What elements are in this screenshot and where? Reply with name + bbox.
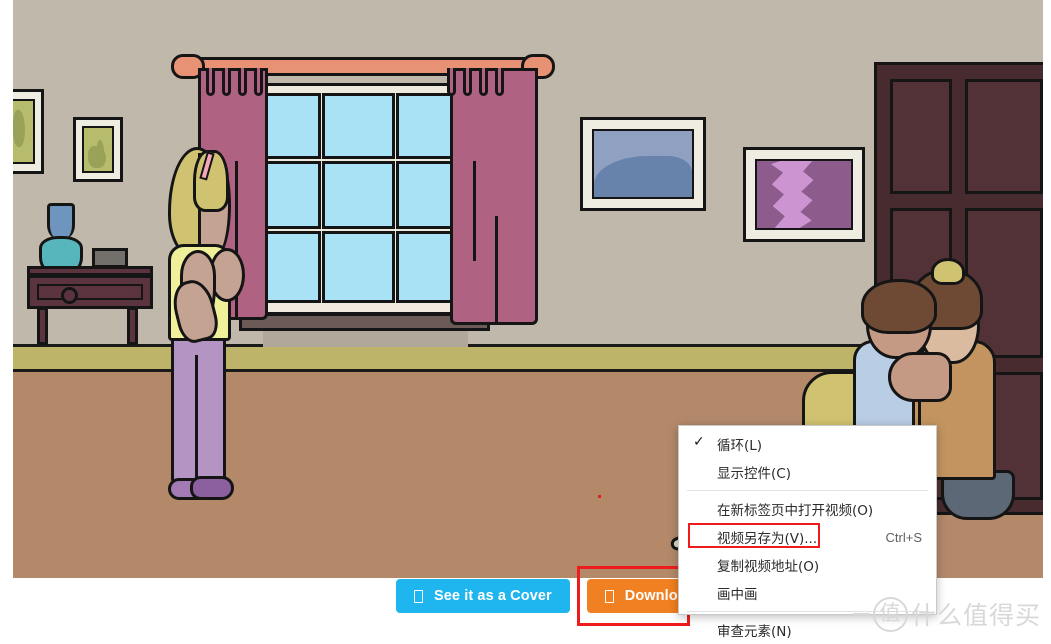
menu-item-show-controls[interactable]: 显示控件(C) (679, 458, 936, 486)
standing-girl-leg-split (195, 355, 198, 485)
window-frame (255, 83, 475, 315)
video-context-menu[interactable]: ✓ 循环(L) 显示控件(C) 在新标签页中打开视频(O) 视频另存为(V)..… (678, 425, 937, 640)
standing-girl-pants (171, 333, 226, 485)
cursor-dot-marker (598, 495, 601, 498)
tofu-glyph-icon (604, 589, 614, 603)
curtain-ring (238, 68, 247, 96)
menu-separator-top (687, 490, 928, 491)
curtain-ring (463, 68, 472, 96)
table-box-object (92, 248, 128, 268)
picture-frame-landscape (580, 117, 706, 211)
check-icon: ✓ (693, 434, 705, 450)
seated-person-b-hair (861, 279, 937, 334)
smzdm-watermark: 值 什么值得买 (852, 596, 1041, 632)
picture-frame-left-lower (73, 117, 123, 182)
menu-item-loop[interactable]: ✓ 循环(L) (679, 430, 936, 458)
action-button-row: See it as a Cover Download (396, 566, 713, 626)
menu-item-open-video-in-new-tab[interactable]: 在新标签页中打开视频(O) (679, 495, 936, 523)
seated-person-a-hair-bun (931, 258, 965, 285)
watermark-badge: 值 (872, 596, 908, 632)
menu-item-show-controls-label: 显示控件(C) (717, 466, 791, 482)
watermark-dash (852, 613, 870, 615)
curtain-ring (495, 68, 504, 96)
menu-item-loop-label: 循环(L) (717, 438, 763, 454)
menu-item-inspect-element-label: 审查元素(N) (717, 624, 792, 640)
standing-girl-shoe-front (190, 476, 234, 500)
vase-neck (47, 203, 75, 239)
menu-item-save-video-as-label: 视频另存为(V)... (717, 531, 818, 547)
see-it-as-a-cover-button[interactable]: See it as a Cover (396, 579, 570, 613)
see-it-as-a-cover-label: See it as a Cover (434, 588, 552, 604)
table-leg-left (37, 307, 48, 345)
picture-frame-left-upper (13, 89, 44, 174)
window-wall-shadow (263, 331, 468, 347)
menu-item-copy-video-address[interactable]: 复制视频地址(O) (679, 551, 936, 579)
menu-item-copy-video-address-label: 复制视频地址(O) (717, 559, 820, 575)
tofu-glyph-icon (414, 589, 423, 603)
curtain-ring (479, 68, 488, 96)
drawer-knob (61, 287, 78, 304)
curtain-right (450, 68, 538, 325)
menu-item-open-video-in-new-tab-label: 在新标签页中打开视频(O) (717, 503, 874, 519)
curtain-ring (222, 68, 231, 96)
seated-person-a-arm (888, 352, 952, 402)
menu-item-save-video-as[interactable]: 视频另存为(V)... Ctrl+S (679, 523, 936, 551)
watermark-text: 什么值得买 (910, 601, 1041, 630)
curtain-ring (206, 68, 215, 96)
curtain-ring (254, 68, 263, 96)
curtain-ring (447, 68, 456, 96)
side-table-drawer (27, 275, 153, 309)
picture-frame-abstract (743, 147, 865, 242)
menu-item-save-video-as-shortcut: Ctrl+S (885, 529, 922, 545)
screen-root: See it as a Cover Download ✓ 循环(L) 显示控件(… (0, 0, 1051, 640)
table-leg-right (127, 307, 138, 345)
menu-item-picture-in-picture-label: 画中画 (717, 587, 758, 603)
